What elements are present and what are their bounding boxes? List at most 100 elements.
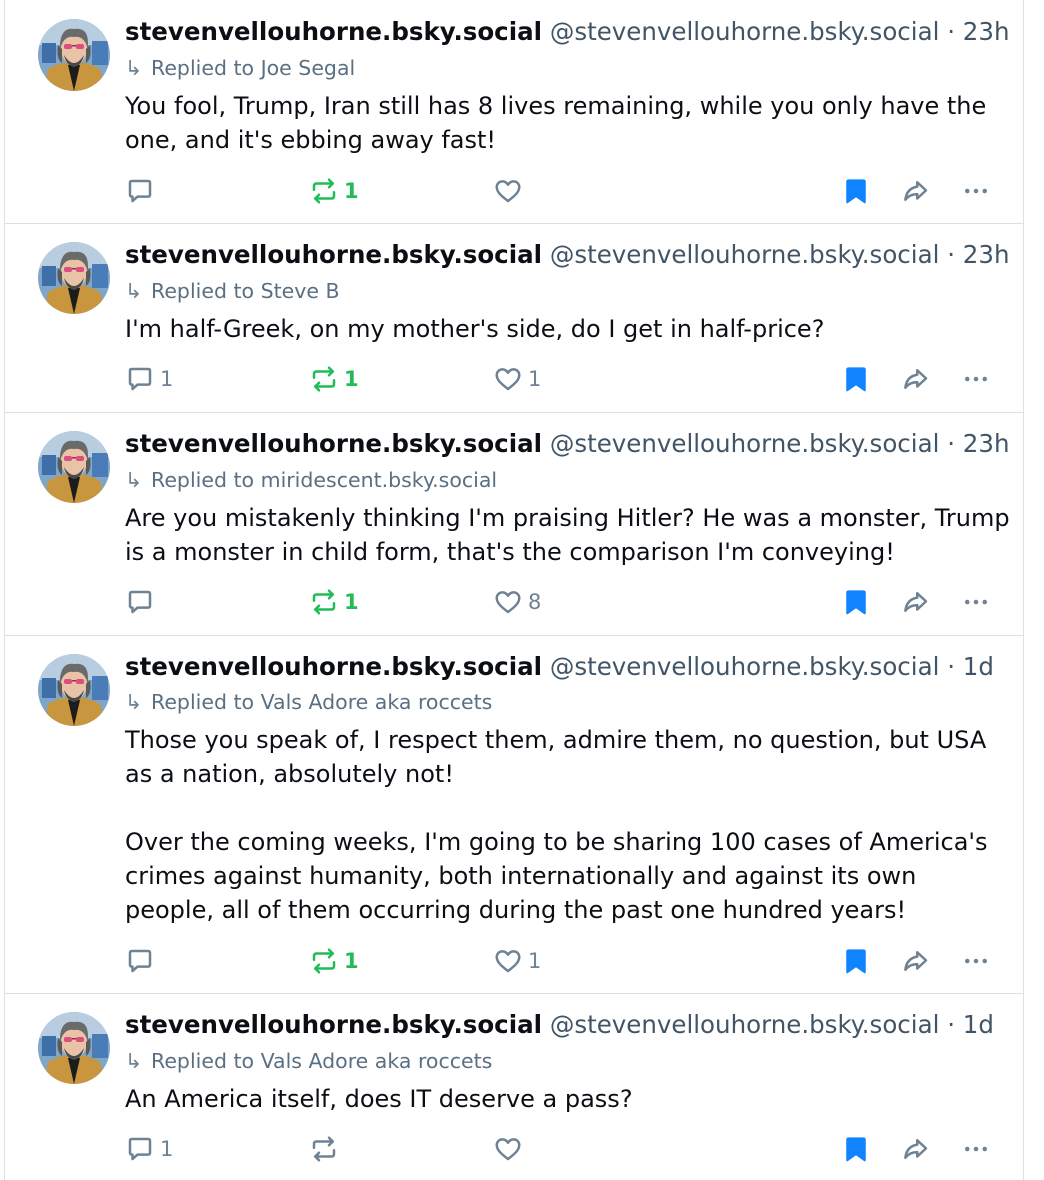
share-button[interactable] (901, 586, 931, 618)
post[interactable]: stevenvellouhorne.bsky.social @stevenvel… (5, 0, 1023, 224)
more-options-icon (965, 376, 987, 382)
repost-icon (312, 366, 336, 392)
repost-count: 1 (344, 367, 359, 391)
like-button[interactable] (493, 1133, 528, 1165)
post-text: Are you mistakenly thinking I'm praising… (125, 504, 1018, 566)
avatar[interactable] (38, 431, 110, 503)
post-header: stevenvellouhorne.bsky.social @stevenvel… (125, 651, 1013, 683)
reply-context[interactable]: ↳ Replied to Steve B (125, 278, 340, 304)
like-button[interactable]: 8 (493, 586, 541, 618)
like-button[interactable]: 1 (493, 945, 541, 977)
post[interactable]: stevenvellouhorne.bsky.social @stevenvel… (5, 224, 1023, 413)
share-icon (904, 1139, 928, 1159)
repost-button[interactable]: 1 (309, 945, 359, 977)
repost-button[interactable]: 1 (309, 586, 359, 618)
post-time[interactable]: 23h (963, 240, 1010, 269)
reply-to-name[interactable]: Steve B (261, 279, 340, 303)
like-button[interactable]: 1 (493, 363, 541, 395)
post[interactable]: stevenvellouhorne.bsky.social @stevenvel… (5, 636, 1023, 994)
reply-to-name[interactable]: miridescent.bsky.social (261, 468, 498, 492)
repost-icon (312, 1136, 336, 1162)
handle[interactable]: @stevenvellouhorne.bsky.social (550, 1010, 940, 1039)
post[interactable]: stevenvellouhorne.bsky.social @stevenvel… (5, 994, 1023, 1180)
repost-button[interactable] (309, 1133, 344, 1165)
reply-context[interactable]: ↳ Replied to Joe Segal (125, 55, 355, 81)
more-options-button[interactable] (961, 363, 991, 395)
like-heart-icon (495, 591, 521, 614)
feed: stevenvellouhorne.bsky.social @stevenvel… (4, 0, 1024, 1180)
bookmark-button[interactable] (841, 586, 871, 618)
reply-button[interactable] (125, 586, 160, 618)
handle[interactable]: @stevenvellouhorne.bsky.social (550, 240, 940, 269)
like-count: 1 (528, 367, 542, 391)
reply-icon (128, 590, 152, 614)
repost-count: 1 (344, 590, 359, 614)
handle[interactable]: @stevenvellouhorne.bsky.social (550, 17, 940, 46)
post-time[interactable]: 23h (963, 17, 1010, 46)
avatar[interactable] (38, 1012, 110, 1084)
like-heart-icon (495, 1138, 521, 1161)
display-name[interactable]: stevenvellouhorne.bsky.social (125, 17, 542, 46)
avatar[interactable] (38, 242, 110, 314)
post-actions: 18 (125, 586, 1003, 618)
share-icon (904, 181, 928, 201)
repost-button[interactable]: 1 (309, 175, 359, 207)
display-name[interactable]: stevenvellouhorne.bsky.social (125, 240, 542, 269)
reply-icon (128, 1137, 152, 1161)
reply-context[interactable]: ↳ Replied to Vals Adore aka roccets (125, 1048, 492, 1074)
reply-to-name[interactable]: Vals Adore aka roccets (261, 690, 493, 714)
repost-icon (312, 178, 336, 204)
post-time[interactable]: 23h (963, 429, 1010, 458)
repost-icon (312, 589, 336, 615)
more-options-button[interactable] (961, 175, 991, 207)
post-time[interactable]: 1d (963, 652, 994, 681)
more-options-icon (965, 188, 987, 194)
like-button[interactable] (493, 175, 528, 207)
bookmark-icon (846, 949, 866, 974)
post[interactable]: stevenvellouhorne.bsky.social @stevenvel… (5, 413, 1023, 636)
more-options-button[interactable] (961, 1133, 991, 1165)
reply-prefix: Replied to (151, 1049, 255, 1073)
share-button[interactable] (901, 363, 931, 395)
reply-button[interactable] (125, 175, 160, 207)
repost-count: 1 (344, 949, 359, 973)
reply-arrow-icon: ↳ (125, 690, 143, 714)
bookmark-icon (846, 179, 866, 204)
reply-button[interactable]: 1 (125, 363, 173, 395)
like-heart-icon (495, 180, 521, 203)
display-name[interactable]: stevenvellouhorne.bsky.social (125, 1010, 542, 1039)
post-text: An America itself, does IT deserve a pas… (125, 1085, 633, 1113)
handle[interactable]: @stevenvellouhorne.bsky.social (550, 429, 940, 458)
post-actions: 1 (125, 1133, 1003, 1165)
share-button[interactable] (901, 1133, 931, 1165)
display-name[interactable]: stevenvellouhorne.bsky.social (125, 429, 542, 458)
post-actions: 1 (125, 175, 1003, 207)
share-icon (904, 951, 928, 971)
share-icon (904, 592, 928, 612)
avatar[interactable] (38, 654, 110, 726)
reply-arrow-icon: ↳ (125, 1049, 143, 1073)
share-button[interactable] (901, 945, 931, 977)
more-options-button[interactable] (961, 586, 991, 618)
display-name[interactable]: stevenvellouhorne.bsky.social (125, 652, 542, 681)
reply-to-name[interactable]: Vals Adore aka roccets (261, 1049, 493, 1073)
reply-prefix: Replied to (151, 56, 255, 80)
reply-context[interactable]: ↳ Replied to Vals Adore aka roccets (125, 689, 492, 715)
reply-context[interactable]: ↳ Replied to miridescent.bsky.social (125, 467, 497, 493)
post-time[interactable]: 1d (963, 1010, 994, 1039)
reply-to-name[interactable]: Joe Segal (261, 56, 356, 80)
bookmark-button[interactable] (841, 1133, 871, 1165)
bookmark-button[interactable] (841, 363, 871, 395)
avatar-photo-icon (38, 654, 110, 726)
avatar[interactable] (38, 19, 110, 91)
repost-button[interactable]: 1 (309, 363, 359, 395)
more-options-icon (965, 599, 987, 605)
more-options-icon (965, 1146, 987, 1152)
share-button[interactable] (901, 175, 931, 207)
more-options-button[interactable] (961, 945, 991, 977)
reply-button[interactable] (125, 945, 160, 977)
handle[interactable]: @stevenvellouhorne.bsky.social (550, 652, 940, 681)
reply-button[interactable]: 1 (125, 1133, 173, 1165)
bookmark-button[interactable] (841, 945, 871, 977)
bookmark-button[interactable] (841, 175, 871, 207)
